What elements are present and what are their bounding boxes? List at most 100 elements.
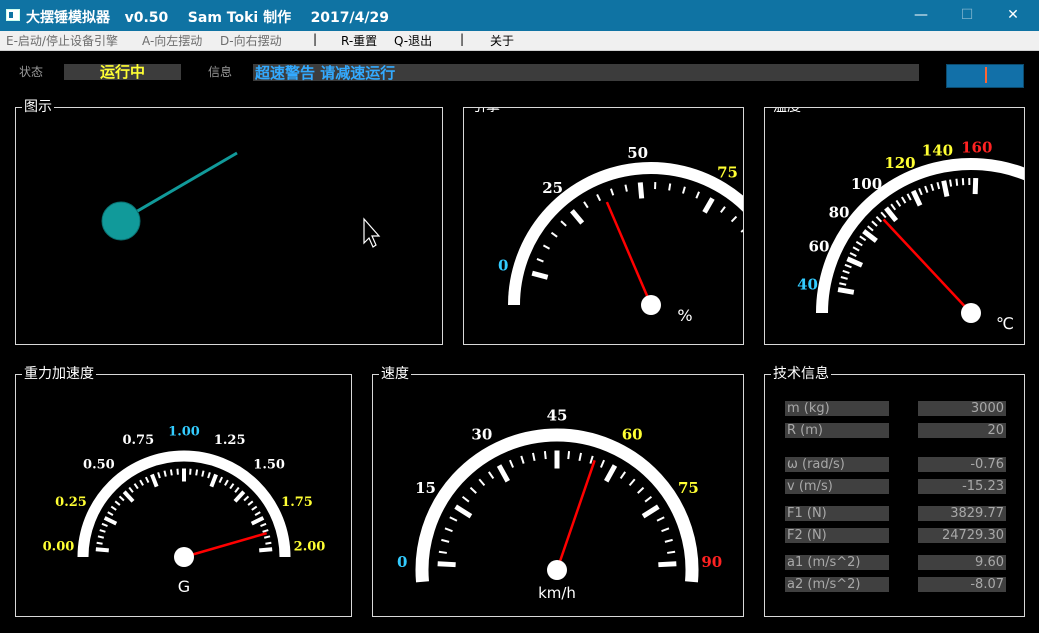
gauge-minor-tick [438,550,447,554]
text-input-box[interactable] [946,64,1024,88]
gauge-minor-tick [441,538,450,543]
gauge-minor-tick [114,500,121,506]
tech-label-a1: a1 (m/s^2) [785,555,889,570]
gauge-major-tick [209,473,218,488]
gauge-minor-tick [924,185,929,193]
gauge-minor-tick [542,244,551,250]
diagram-panel: 图示 [15,98,443,345]
gauge-minor-tick [509,459,514,468]
gauge-tick-label: 0.75 [122,433,154,448]
gauge-minor-tick [550,231,558,238]
gauge-minor-tick [478,478,486,486]
gauge-needle [183,532,267,559]
gauge-needle [605,201,653,306]
gauge-tick-label: 60 [809,238,830,256]
menu-swing-right[interactable]: D-向右摆动 [220,32,282,49]
tech-value-f1: 3829.77 [918,506,1006,521]
menu-about[interactable]: 关于 [490,32,514,49]
gauge-minor-tick [906,193,912,201]
gauge-minor-tick [610,188,615,196]
gauge-minor-tick [895,199,902,207]
gauge-minor-tick [667,550,676,554]
window-title: 大摆锤模拟器 v0.50 Sam Toki 制作 2017/4/29 [26,10,389,26]
gauge-major-tick [437,561,456,568]
gauge-tick-label: 50 [627,144,648,162]
tech-label-velocity: v (m/s) [785,479,889,494]
gauge-minor-tick [656,516,665,522]
maximize-button[interactable]: ☐ [944,0,990,31]
gauge-major-tick [454,504,473,519]
menu-quit[interactable]: Q-退出 [394,32,432,49]
gauge-minor-tick [99,529,106,533]
gauge-minor-tick [637,486,645,494]
gauge-unit-label: % [677,306,692,325]
gauge-minor-tick [169,469,173,476]
gauge-major-tick [637,182,645,199]
gauge-tick-label: 1.50 [253,458,285,473]
gauge-minor-tick [842,269,850,274]
gauge-minor-tick [118,495,125,502]
gauge-minor-tick [668,183,672,191]
menu-swing-left[interactable]: A-向左摆动 [142,32,202,49]
pendulum-bob [101,201,141,241]
gauge-minor-tick [128,486,134,493]
gauge-minor-tick [583,201,589,209]
menu-start-stop[interactable]: E-启动/停止设备引擎 [6,32,118,49]
gauge-tick-label: 60 [622,426,643,444]
menu-reset[interactable]: R-重置 [341,32,377,49]
gauge-minor-tick [890,203,897,211]
gauge-unit-label: km/h [538,584,576,602]
gauge-major-tick [531,270,549,280]
gauge-minor-tick [955,178,959,186]
menu-bar: E-启动/停止设备引擎 A-向左摆动 D-向右摆动 | R-重置 Q-退出 | … [0,31,1039,51]
gauge-unit-label: G [178,577,190,596]
gauge-major-tick [702,197,715,214]
gauge-minor-tick [740,229,743,233]
gauge-minor-tick [578,452,583,461]
gauge-minor-tick [144,476,150,483]
gauge-tick-label: 25 [542,179,563,197]
gauge-tick-label: 45 [547,406,568,424]
gauge-hub [641,295,661,315]
gauge-minor-tick [107,511,114,516]
gauge-minor-tick [461,495,470,503]
gauge-tick-label: 1.00 [168,425,200,440]
gauge-unit-label: ℃ [996,314,1014,333]
tech-label-f2: F2 (N) [785,528,889,543]
temperature-panel: 温度 40 60 80 100 120 140 160 ℃ [764,107,1025,345]
gauge-minor-tick [444,527,453,533]
gauge-tick-label: 120 [884,154,915,172]
gauge-major-tick [941,180,950,197]
tech-label-radius: R (m) [785,423,889,438]
tech-value-velocity: -15.23 [918,479,1006,494]
gauge-minor-tick [110,505,117,511]
menu-separator: | [460,32,465,46]
gauge-hub [174,547,194,567]
gauge-major-tick [150,473,159,488]
gravity-panel: 重力加速度 0.00 0.25 0.50 0.75 1.00 1.25 1.50 1.75 2.… [15,365,352,617]
gauge-tick-label: 0.00 [43,540,75,555]
status-value: 运行中 [64,64,181,81]
speed-panel: 速度 0 15 30 45 60 75 90 km/h [372,365,744,617]
close-button[interactable]: ✕ [990,0,1036,31]
gauge-tick-label: 1.25 [214,433,246,448]
gauge-minor-tick [871,220,878,227]
title-bar[interactable]: 大摆锤模拟器 v0.50 Sam Toki 制作 2017/4/29 — ☐ ✕ [0,0,1039,31]
gauge-tick-label: 80 [829,204,850,222]
gauge-minor-tick [201,470,205,477]
gauge-minor-tick [852,246,860,252]
gauge-minor-tick [229,483,235,490]
info-label: 信息 [208,65,233,79]
tech-label-omega: ω (rad/s) [785,457,889,472]
minimize-button[interactable]: — [898,0,944,31]
pendulum-diagram [101,151,381,248]
gauge-major-tick [122,490,135,503]
gauge-minor-tick [867,225,874,232]
gauge-minor-tick [849,252,857,257]
gauge-major-tick [496,464,510,483]
gauge-minor-tick [930,183,935,191]
app-icon [6,9,20,21]
text-caret [985,67,987,83]
gauge-major-tick [103,516,118,526]
gauge-tick-label: 140 [922,142,953,160]
